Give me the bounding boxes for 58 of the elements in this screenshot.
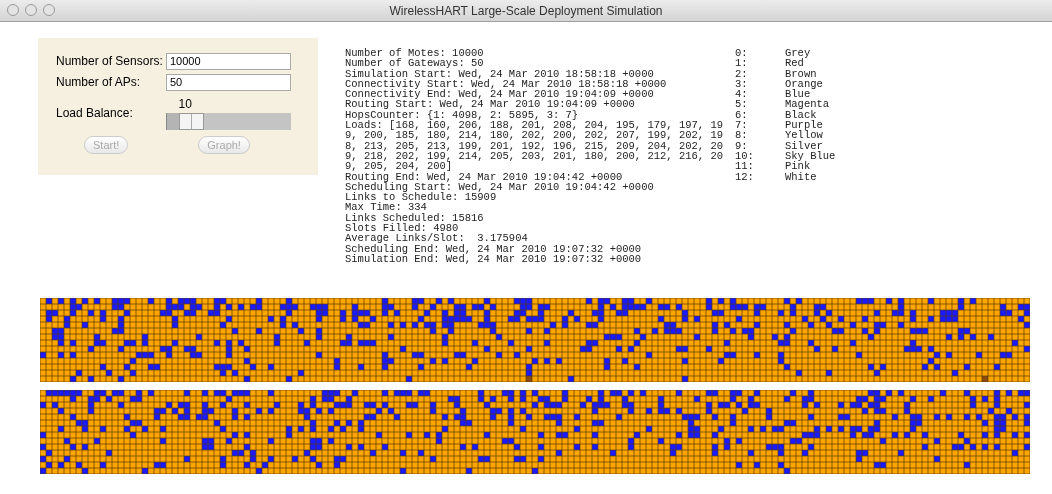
legend-color-name: Brown	[785, 68, 817, 79]
log-line: Routing End: Wed, 24 Mar 2010 19:04:42 +0000	[345, 171, 624, 182]
log-line: Simulation Start: Wed, 24 Mar 2010 18:58:18 +0000	[345, 68, 655, 79]
legend-color-name: Purple	[785, 120, 823, 131]
legend-color-name: Red	[785, 58, 804, 69]
log-line: Scheduling End: Wed, 24 Mar 2010 19:07:32 +0000	[345, 243, 643, 254]
log-line: Routing Start: Wed, 24 Mar 2010 19:04:09 +0000	[345, 99, 636, 110]
log-line: Scheduling Start: Wed, 24 Mar 2010 19:04:42 +0000	[345, 181, 655, 193]
log-line: Loads: [168, 160, 206, 188, 201, 208, 204, 195, 179, 197, 19	[345, 120, 725, 131]
legend-index: 2:	[735, 68, 749, 79]
log-line: Max Time: 334	[345, 202, 427, 213]
field-label: Number of Sensors:	[56, 53, 164, 70]
legend-color-name: Orange	[785, 78, 823, 90]
legend-color-name: White	[785, 171, 817, 182]
legend-color-name: Yellow	[785, 130, 823, 141]
log-line: Number of Gateways: 50	[345, 58, 485, 69]
window-control-icon[interactable]	[25, 4, 37, 16]
slider-thumb[interactable]	[179, 113, 205, 130]
legend-index: 7:	[735, 120, 749, 131]
window-title: WirelessHART Large-Scale Deployment Simulation	[389, 2, 663, 20]
log-line: 9, 200, 185, 180, 214, 180, 202, 200, 202, 207, 199, 202, 19	[345, 130, 725, 141]
legend-color-name: Grey	[785, 48, 811, 59]
legend-index: 0:	[735, 48, 749, 59]
legend-index: 5:	[735, 99, 749, 110]
legend-index: 9:	[735, 140, 749, 151]
legend-index: 11:	[735, 161, 755, 172]
log-line: Connectivity Start: Wed, 24 Mar 2010 18:58:18 +0000	[345, 78, 668, 90]
legend-index: 3:	[735, 78, 749, 90]
log-line: 9, 205, 204, 200]	[345, 161, 454, 172]
log-line: Connectivity End: Wed, 24 Mar 2010 19:04:09 +0000	[345, 89, 655, 100]
window-control-icon[interactable]	[43, 4, 55, 16]
legend-index: 1:	[735, 58, 749, 69]
legend-color-name: Black	[785, 109, 817, 121]
log-line: Links to Schedule: 15909	[345, 192, 498, 203]
field-label: Number of APs:	[56, 74, 142, 91]
legend-color-name: Magenta	[785, 99, 830, 110]
legend-index: 12:	[735, 171, 755, 182]
legend-index: 4:	[735, 89, 749, 100]
log-line: Number of Motes: 10000	[345, 48, 485, 59]
log-line: 9, 218, 202, 199, 214, 205, 203, 201, 180, 200, 212, 216, 20	[345, 150, 725, 162]
legend-color-name: Silver	[785, 140, 823, 151]
legend-index: 6:	[735, 109, 749, 121]
log-line: HopsCounter: {1: 4098, 2: 5895, 3: 7}	[345, 109, 580, 121]
input-field[interactable]: 10000	[166, 52, 291, 70]
log-line: Links Scheduled: 15816	[345, 212, 485, 224]
log-line: Slots Filled: 4980	[345, 223, 459, 234]
legend-color-name: Sky Blue	[785, 150, 836, 162]
log-line: Average Links/Slot: 3.175904	[345, 233, 529, 244]
field-label: Load Balance:	[56, 105, 134, 122]
legend-color-name: Pink	[785, 161, 811, 172]
slider-value: 10	[178, 96, 193, 113]
input-field[interactable]: 50	[166, 73, 291, 91]
legend-index: 8:	[735, 130, 749, 141]
log-line: 8, 213, 205, 213, 199, 201, 192, 196, 215, 209, 204, 202, 20	[345, 140, 725, 151]
legend-index: 10:	[735, 150, 755, 162]
window-control-icon[interactable]	[7, 4, 19, 16]
log-line: Simulation End: Wed, 24 Mar 2010 19:07:32 +0000	[345, 253, 643, 265]
legend-color-name: Blue	[785, 89, 811, 100]
